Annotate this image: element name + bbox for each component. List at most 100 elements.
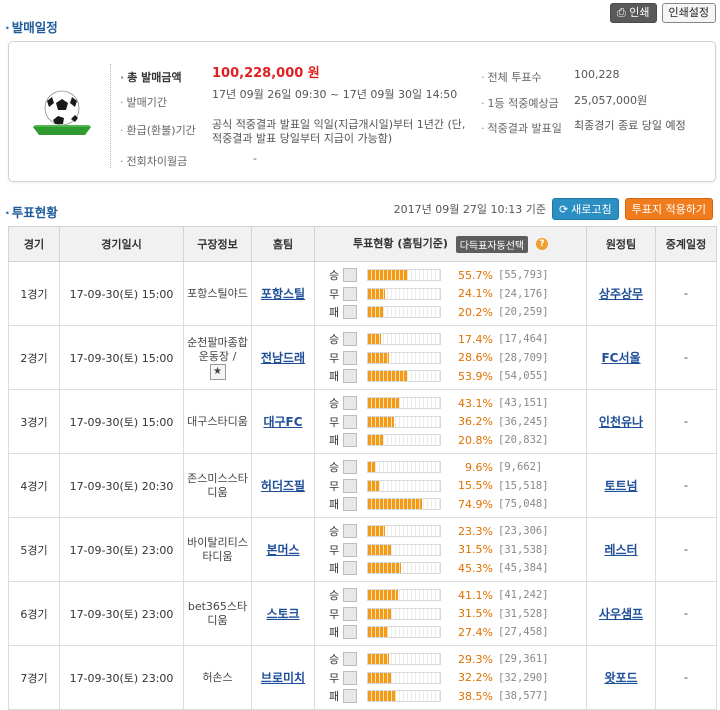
home-team-cell: 전남드래 xyxy=(251,325,315,390)
vote-bar xyxy=(367,434,441,446)
vote-row: 패 27.4% [27,458] xyxy=(329,623,586,642)
vote-percent: 32.2% xyxy=(458,671,493,684)
outcome-checkbox[interactable] xyxy=(343,478,357,493)
vote-bar-fill xyxy=(368,462,375,472)
vote-bar-fill xyxy=(368,672,392,683)
votes-cell: 승 29.3% [29,361] 무 32.2% [32,290] 패 38.5% [38,57… xyxy=(314,645,587,710)
vote-row: 무 36.2% [36,245] xyxy=(329,412,586,431)
vote-bar xyxy=(367,525,441,537)
vote-row: 승 9.6% [9,662] xyxy=(329,458,586,477)
vote-row: 승 29.3% [29,361] xyxy=(329,650,586,669)
result-date-value: 최종경기 종료 당일 예정 xyxy=(574,119,686,132)
vote-count: [20,832] xyxy=(498,434,549,446)
print-button[interactable]: ⎙ 인쇄 xyxy=(609,3,657,23)
header-home: 홈팀 xyxy=(251,226,315,262)
outcome-checkbox[interactable] xyxy=(343,460,357,474)
refresh-button[interactable]: ⟳ 새로고침 xyxy=(551,198,619,220)
header-votes: 투표현황 (홈팀기준) 다득표자동선택 ? xyxy=(314,226,587,262)
vote-bar xyxy=(367,626,441,638)
away-team-link[interactable]: 토트넘 xyxy=(604,479,637,493)
outcome-checkbox[interactable] xyxy=(343,396,357,410)
home-team-link[interactable]: 전남드래 xyxy=(261,351,305,365)
vote-percent: 55.7% xyxy=(458,268,493,282)
table-header-row: 경기 경기일시 구장정보 홈팀 투표현황 (홈팀기준) 다득표자동선택 ? 원정… xyxy=(8,226,717,262)
outcome-checkbox[interactable] xyxy=(343,332,357,346)
away-team-cell: 인천유나 xyxy=(586,389,656,454)
vote-row: 승 23.3% [23,306] xyxy=(329,522,586,541)
home-team-link[interactable]: 포항스틸 xyxy=(261,287,305,301)
vote-count: [23,306] xyxy=(498,525,549,537)
home-team-link[interactable]: 스토크 xyxy=(266,607,299,621)
vote-table: 경기 경기일시 구장정보 홈팀 투표현황 (홈팀기준) 다득표자동선택 ? 원정… xyxy=(8,226,717,710)
outcome-checkbox[interactable] xyxy=(343,433,357,447)
outcome-checkbox[interactable] xyxy=(343,369,357,383)
table-row: 3경기 17-09-30(토) 15:00 대구스타디움 대구FC 승 43.1% [43,… xyxy=(8,389,717,454)
vote-count: [27,458] xyxy=(498,626,549,638)
print-settings-button[interactable]: 인쇄설정 xyxy=(661,3,716,23)
outcome-checkbox[interactable] xyxy=(343,689,357,703)
vote-percent: 15.5% xyxy=(458,479,493,492)
outcome-checkbox[interactable] xyxy=(343,652,357,666)
outcome-label: 승 xyxy=(329,589,340,602)
away-team-link[interactable]: 레스터 xyxy=(604,543,637,557)
vote-row: 패 53.9% [54,055] xyxy=(329,367,586,386)
vote-count: [45,384] xyxy=(498,562,549,574)
home-team-link[interactable]: 허더즈필 xyxy=(261,479,305,493)
star-icon[interactable]: ★ xyxy=(209,363,226,380)
votes-cell: 승 55.7% [55,793] 무 24.1% [24,176] 패 20.2% [20,25… xyxy=(314,261,587,326)
outcome-checkbox[interactable] xyxy=(343,414,357,429)
game-datetime: 17-09-30(토) 15:00 xyxy=(59,325,184,390)
outcome-checkbox[interactable] xyxy=(343,606,357,621)
outcome-checkbox[interactable] xyxy=(343,286,357,301)
outcome-checkbox[interactable] xyxy=(343,625,357,639)
first-prize-value: 25,057,000원 xyxy=(574,94,648,107)
vote-percent: 24.1% xyxy=(458,287,493,300)
home-team-link[interactable]: 브로미치 xyxy=(261,671,305,685)
vote-bar-fill xyxy=(368,270,409,280)
outcome-checkbox[interactable] xyxy=(343,268,357,282)
away-team-link[interactable]: 사우샘프 xyxy=(599,607,643,621)
outcome-checkbox[interactable] xyxy=(343,497,357,511)
outcome-checkbox[interactable] xyxy=(343,561,357,575)
outcome-checkbox[interactable] xyxy=(343,542,357,557)
away-team-link[interactable]: 상주상무 xyxy=(599,287,643,301)
stadium-name: 존스미스스타디움 xyxy=(187,471,248,499)
vote-percent: 27.4% xyxy=(458,625,493,639)
game-datetime: 17-09-30(토) 23:00 xyxy=(59,517,184,582)
vote-percent: 29.3% xyxy=(458,652,493,666)
apply-slip-button[interactable]: 투표지 적용하기 xyxy=(624,198,713,220)
vote-percent: 23.3% xyxy=(458,524,493,538)
outcome-label: 패 xyxy=(329,562,340,575)
away-team-link[interactable]: 왓포드 xyxy=(604,671,637,685)
votes-cell: 승 9.6% [9,662] 무 15.5% [15,518] 패 74.9% [75,048] xyxy=(314,453,587,518)
sale-section-title: · 발매일정 xyxy=(5,20,58,35)
vote-count: [43,151] xyxy=(498,397,549,409)
sale-period-value: 17년 09월 26일 09:30 ~ 17년 09월 30일 14:50 xyxy=(212,88,458,101)
away-team-cell: 토트넘 xyxy=(586,453,656,518)
votes-cell: 승 41.1% [41,242] 무 31.5% [31,528] 패 27.4% [27,45… xyxy=(314,581,587,646)
stadium-name: 바이탈리티스타디움 xyxy=(187,535,248,563)
home-team-link[interactable]: 본머스 xyxy=(266,543,299,557)
printer-icon: ⎙ xyxy=(616,6,630,19)
auto-select-button[interactable]: 다득표자동선택 xyxy=(455,235,529,253)
vote-percent: 31.5% xyxy=(458,607,493,620)
away-team-cell: 왓포드 xyxy=(586,645,656,710)
vote-bar-fill xyxy=(368,288,386,299)
outcome-checkbox[interactable] xyxy=(343,305,357,319)
outcome-label: 무 xyxy=(329,351,340,365)
outcome-checkbox[interactable] xyxy=(343,350,357,365)
outcome-checkbox[interactable] xyxy=(343,524,357,538)
away-team-cell: FC서울 xyxy=(586,325,656,390)
vote-bar-fill xyxy=(368,563,401,573)
outcome-checkbox[interactable] xyxy=(343,588,357,602)
home-team-link[interactable]: 대구FC xyxy=(263,415,302,429)
vote-bar xyxy=(367,479,441,492)
away-team-link[interactable]: 인천유나 xyxy=(599,415,643,429)
table-row: 6경기 17-09-30(토) 23:00 bet365스타디움 스토크 승 41.1% [… xyxy=(8,581,717,646)
vote-bar-fill xyxy=(368,526,385,536)
vote-percent: 17.4% xyxy=(458,332,493,346)
outcome-checkbox[interactable] xyxy=(343,670,357,685)
vote-percent: 53.9% xyxy=(458,369,493,383)
away-team-link[interactable]: FC서울 xyxy=(601,351,640,365)
question-icon[interactable]: ? xyxy=(535,238,548,251)
